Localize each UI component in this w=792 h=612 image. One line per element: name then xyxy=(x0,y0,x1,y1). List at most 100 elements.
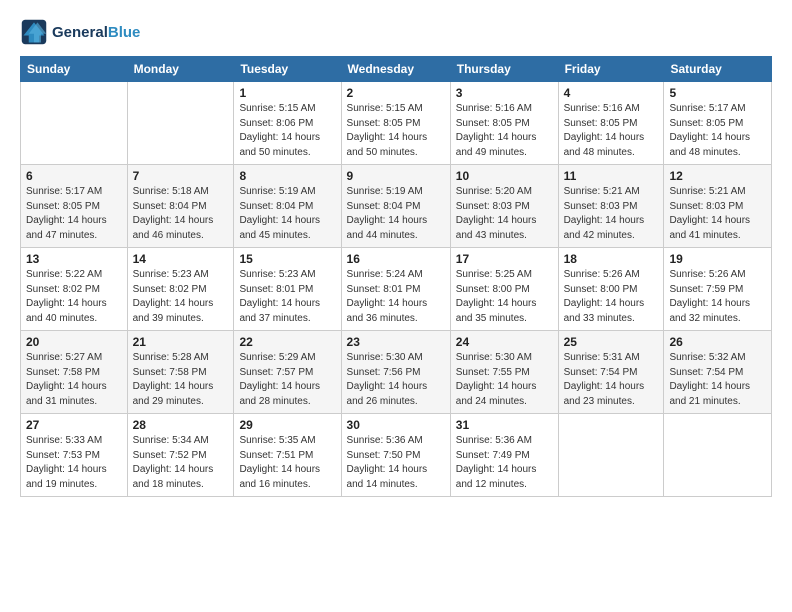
day-number: 4 xyxy=(564,86,659,100)
weekday-header-friday: Friday xyxy=(558,57,664,82)
calendar-cell: 18 Sunrise: 5:26 AM Sunset: 8:00 PM Dayli… xyxy=(558,248,664,331)
day-info: Sunrise: 5:17 AM Sunset: 8:05 PM Dayligh… xyxy=(26,185,122,243)
header: GeneralBlue xyxy=(20,18,772,46)
calendar-cell: 5 Sunrise: 5:17 AM Sunset: 8:05 PM Daylig… xyxy=(664,82,772,165)
day-info: Sunrise: 5:20 AM Sunset: 8:03 PM Dayligh… xyxy=(456,185,553,243)
calendar-cell: 3 Sunrise: 5:16 AM Sunset: 8:05 PM Daylig… xyxy=(450,82,558,165)
day-number: 21 xyxy=(133,335,229,349)
calendar-cell: 6 Sunrise: 5:17 AM Sunset: 8:05 PM Daylig… xyxy=(21,165,128,248)
day-number: 7 xyxy=(133,169,229,183)
day-info: Sunrise: 5:26 AM Sunset: 7:59 PM Dayligh… xyxy=(669,268,766,326)
calendar-cell xyxy=(21,82,128,165)
week-row-4: 20 Sunrise: 5:27 AM Sunset: 7:58 PM Dayli… xyxy=(21,331,772,414)
calendar-cell: 7 Sunrise: 5:18 AM Sunset: 8:04 PM Daylig… xyxy=(127,165,234,248)
calendar-cell: 21 Sunrise: 5:28 AM Sunset: 7:58 PM Dayli… xyxy=(127,331,234,414)
calendar-cell: 25 Sunrise: 5:31 AM Sunset: 7:54 PM Dayli… xyxy=(558,331,664,414)
day-number: 5 xyxy=(669,86,766,100)
calendar-cell: 20 Sunrise: 5:27 AM Sunset: 7:58 PM Dayli… xyxy=(21,331,128,414)
calendar-cell xyxy=(664,414,772,497)
day-info: Sunrise: 5:21 AM Sunset: 8:03 PM Dayligh… xyxy=(564,185,659,243)
day-number: 19 xyxy=(669,252,766,266)
day-info: Sunrise: 5:25 AM Sunset: 8:00 PM Dayligh… xyxy=(456,268,553,326)
day-number: 12 xyxy=(669,169,766,183)
calendar-cell: 28Sunrise: 5:34 AM Sunset: 7:52 PM Dayli… xyxy=(127,414,234,497)
day-info: Sunrise: 5:35 AM Sunset: 7:51 PM Dayligh… xyxy=(239,434,335,492)
day-number: 2 xyxy=(347,86,445,100)
weekday-header-tuesday: Tuesday xyxy=(234,57,341,82)
calendar-cell: 9 Sunrise: 5:19 AM Sunset: 8:04 PM Daylig… xyxy=(341,165,450,248)
day-info: Sunrise: 5:36 AM Sunset: 7:49 PM Dayligh… xyxy=(456,434,553,492)
day-number: 10 xyxy=(456,169,553,183)
day-number: 24 xyxy=(456,335,553,349)
calendar-cell xyxy=(558,414,664,497)
day-info: Sunrise: 5:23 AM Sunset: 8:01 PM Dayligh… xyxy=(239,268,335,326)
logo-text: GeneralBlue xyxy=(52,24,140,41)
day-number: 23 xyxy=(347,335,445,349)
day-info: Sunrise: 5:18 AM Sunset: 8:04 PM Dayligh… xyxy=(133,185,229,243)
day-number: 8 xyxy=(239,169,335,183)
calendar-cell: 14 Sunrise: 5:23 AM Sunset: 8:02 PM Dayli… xyxy=(127,248,234,331)
day-number: 1 xyxy=(239,86,335,100)
calendar-cell: 23 Sunrise: 5:30 AM Sunset: 7:56 PM Dayli… xyxy=(341,331,450,414)
day-info: Sunrise: 5:15 AM Sunset: 8:06 PM Dayligh… xyxy=(239,102,335,160)
day-info: Sunrise: 5:34 AM Sunset: 7:52 PM Dayligh… xyxy=(133,434,229,492)
day-number: 9 xyxy=(347,169,445,183)
week-row-5: 27 Sunrise: 5:33 AM Sunset: 7:53 PM Dayli… xyxy=(21,414,772,497)
calendar-cell: 15 Sunrise: 5:23 AM Sunset: 8:01 PM Dayli… xyxy=(234,248,341,331)
weekday-header-monday: Monday xyxy=(127,57,234,82)
week-row-3: 13Sunrise: 5:22 AM Sunset: 8:02 PM Dayli… xyxy=(21,248,772,331)
logo-icon xyxy=(20,18,48,46)
calendar-cell: 29 Sunrise: 5:35 AM Sunset: 7:51 PM Dayli… xyxy=(234,414,341,497)
day-number: 14 xyxy=(133,252,229,266)
day-info: Sunrise: 5:28 AM Sunset: 7:58 PM Dayligh… xyxy=(133,351,229,409)
day-number: 16 xyxy=(347,252,445,266)
weekday-header-thursday: Thursday xyxy=(450,57,558,82)
week-row-1: 1 Sunrise: 5:15 AM Sunset: 8:06 PM Daylig… xyxy=(21,82,772,165)
day-info: Sunrise: 5:15 AM Sunset: 8:05 PM Dayligh… xyxy=(347,102,445,160)
day-info: Sunrise: 5:33 AM Sunset: 7:53 PM Dayligh… xyxy=(26,434,122,492)
day-info: Sunrise: 5:24 AM Sunset: 8:01 PM Dayligh… xyxy=(347,268,445,326)
day-info: Sunrise: 5:26 AM Sunset: 8:00 PM Dayligh… xyxy=(564,268,659,326)
logo: GeneralBlue xyxy=(20,18,140,46)
weekday-header-saturday: Saturday xyxy=(664,57,772,82)
day-info: Sunrise: 5:30 AM Sunset: 7:55 PM Dayligh… xyxy=(456,351,553,409)
week-row-2: 6 Sunrise: 5:17 AM Sunset: 8:05 PM Daylig… xyxy=(21,165,772,248)
day-info: Sunrise: 5:19 AM Sunset: 8:04 PM Dayligh… xyxy=(347,185,445,243)
calendar-cell: 10 Sunrise: 5:20 AM Sunset: 8:03 PM Dayli… xyxy=(450,165,558,248)
day-info: Sunrise: 5:27 AM Sunset: 7:58 PM Dayligh… xyxy=(26,351,122,409)
day-number: 31 xyxy=(456,418,553,432)
day-number: 20 xyxy=(26,335,122,349)
calendar-cell: 19 Sunrise: 5:26 AM Sunset: 7:59 PM Dayli… xyxy=(664,248,772,331)
calendar-cell: 4 Sunrise: 5:16 AM Sunset: 8:05 PM Daylig… xyxy=(558,82,664,165)
day-info: Sunrise: 5:23 AM Sunset: 8:02 PM Dayligh… xyxy=(133,268,229,326)
day-number: 3 xyxy=(456,86,553,100)
day-info: Sunrise: 5:17 AM Sunset: 8:05 PM Dayligh… xyxy=(669,102,766,160)
calendar-table: SundayMondayTuesdayWednesdayThursdayFrid… xyxy=(20,56,772,497)
day-number: 27 xyxy=(26,418,122,432)
day-info: Sunrise: 5:16 AM Sunset: 8:05 PM Dayligh… xyxy=(456,102,553,160)
day-number: 15 xyxy=(239,252,335,266)
page: GeneralBlue SundayMondayTuesdayWednesday… xyxy=(0,0,792,612)
day-number: 22 xyxy=(239,335,335,349)
day-info: Sunrise: 5:16 AM Sunset: 8:05 PM Dayligh… xyxy=(564,102,659,160)
calendar-cell: 1 Sunrise: 5:15 AM Sunset: 8:06 PM Daylig… xyxy=(234,82,341,165)
day-number: 25 xyxy=(564,335,659,349)
calendar-cell: 22 Sunrise: 5:29 AM Sunset: 7:57 PM Dayli… xyxy=(234,331,341,414)
calendar-cell: 13Sunrise: 5:22 AM Sunset: 8:02 PM Dayli… xyxy=(21,248,128,331)
calendar-cell: 17 Sunrise: 5:25 AM Sunset: 8:00 PM Dayli… xyxy=(450,248,558,331)
day-info: Sunrise: 5:31 AM Sunset: 7:54 PM Dayligh… xyxy=(564,351,659,409)
day-number: 17 xyxy=(456,252,553,266)
day-number: 11 xyxy=(564,169,659,183)
weekday-header-wednesday: Wednesday xyxy=(341,57,450,82)
day-info: Sunrise: 5:36 AM Sunset: 7:50 PM Dayligh… xyxy=(347,434,445,492)
weekday-header-row: SundayMondayTuesdayWednesdayThursdayFrid… xyxy=(21,57,772,82)
day-info: Sunrise: 5:29 AM Sunset: 7:57 PM Dayligh… xyxy=(239,351,335,409)
calendar-cell: 16 Sunrise: 5:24 AM Sunset: 8:01 PM Dayli… xyxy=(341,248,450,331)
day-number: 30 xyxy=(347,418,445,432)
day-number: 18 xyxy=(564,252,659,266)
calendar-cell xyxy=(127,82,234,165)
day-number: 29 xyxy=(239,418,335,432)
day-info: Sunrise: 5:30 AM Sunset: 7:56 PM Dayligh… xyxy=(347,351,445,409)
calendar-cell: 31 Sunrise: 5:36 AM Sunset: 7:49 PM Dayli… xyxy=(450,414,558,497)
day-number: 6 xyxy=(26,169,122,183)
